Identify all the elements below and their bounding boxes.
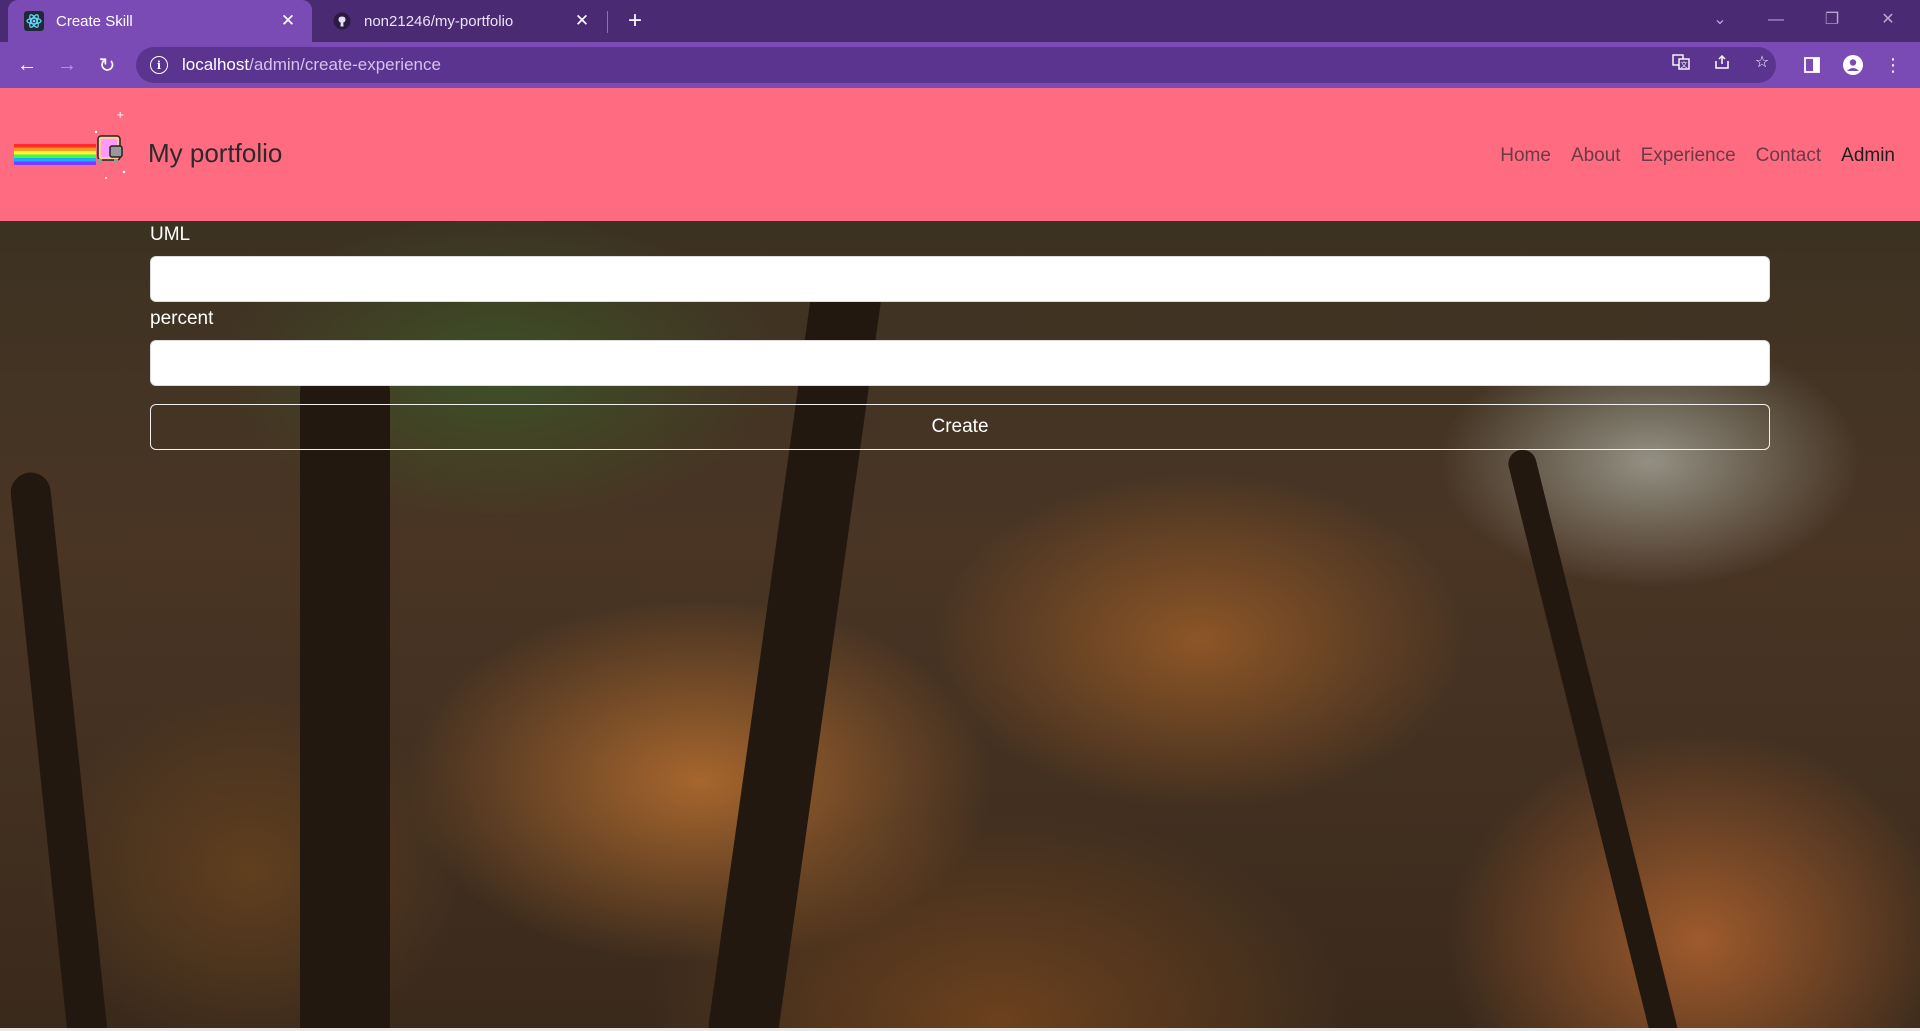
restore-icon[interactable]: ❐	[1812, 6, 1852, 34]
create-form: UML percent Create	[150, 224, 1770, 450]
uml-label: UML	[150, 224, 191, 245]
address-bar[interactable]: i localhost/admin/create-experience	[136, 47, 1776, 83]
new-tab-button[interactable]: +	[622, 9, 648, 35]
brand-name: My portfolio	[148, 137, 283, 168]
browser-toolbar: ← → ↻ i localhost/admin/create-experienc…	[0, 42, 1920, 88]
tab-separator	[607, 11, 608, 33]
percent-input[interactable]	[150, 340, 1770, 386]
site-info-icon[interactable]: i	[150, 56, 168, 74]
tab-title: non21246/my-portfolio	[364, 12, 514, 30]
nav-contact[interactable]: Contact	[1756, 145, 1821, 167]
close-icon[interactable]: ✕	[570, 9, 594, 33]
nav-home[interactable]: Home	[1500, 145, 1551, 167]
tab-search-icon[interactable]: ⌄	[1700, 6, 1740, 34]
nav-about[interactable]: About	[1571, 145, 1621, 167]
profile-avatar-icon[interactable]	[1838, 50, 1868, 80]
url-path: /admin/create-experience	[249, 55, 441, 74]
url-host: localhost	[182, 55, 250, 74]
percent-label: percent	[150, 308, 214, 329]
nav-admin[interactable]: Admin	[1841, 145, 1895, 167]
browser-tab-strip: Create Skill ✕ non21246/my-portfolio ✕ +…	[0, 0, 1920, 42]
minimize-icon[interactable]: —	[1756, 6, 1796, 34]
svg-text:文: 文	[1681, 60, 1688, 69]
back-button[interactable]: ←	[12, 50, 42, 80]
nav-experience[interactable]: Experience	[1641, 145, 1736, 167]
brand-link[interactable]: + My portfolio	[12, 106, 282, 196]
page-viewport: + My portfolio Home About Experience Con…	[0, 88, 1920, 1028]
browser-menu-icon[interactable]: ⋮	[1878, 50, 1908, 80]
react-icon	[24, 11, 44, 31]
share-icon[interactable]	[1711, 51, 1733, 73]
nyan-cat-logo: +	[12, 106, 132, 196]
site-navbar: + My portfolio Home About Experience Con…	[0, 88, 1920, 221]
tab-create-skill[interactable]: Create Skill ✕	[8, 0, 312, 42]
svg-text:+: +	[116, 110, 124, 121]
uml-input[interactable]	[150, 256, 1770, 302]
close-icon[interactable]: ✕	[276, 9, 300, 33]
main-menu: Home About Experience Contact Admin	[1500, 145, 1895, 167]
forward-button[interactable]: →	[52, 50, 82, 80]
tab-github-repo[interactable]: non21246/my-portfolio ✕	[316, 0, 606, 42]
tab-title: Create Skill	[56, 12, 133, 30]
window-close-icon[interactable]: ✕	[1868, 6, 1908, 34]
translate-icon[interactable]: 文	[1670, 51, 1692, 73]
bookmark-star-icon[interactable]: ☆	[1751, 51, 1773, 73]
side-panel-icon[interactable]	[1797, 50, 1827, 80]
github-icon	[332, 11, 352, 31]
create-button[interactable]: Create	[150, 404, 1770, 450]
reload-button[interactable]: ↻	[92, 50, 122, 80]
